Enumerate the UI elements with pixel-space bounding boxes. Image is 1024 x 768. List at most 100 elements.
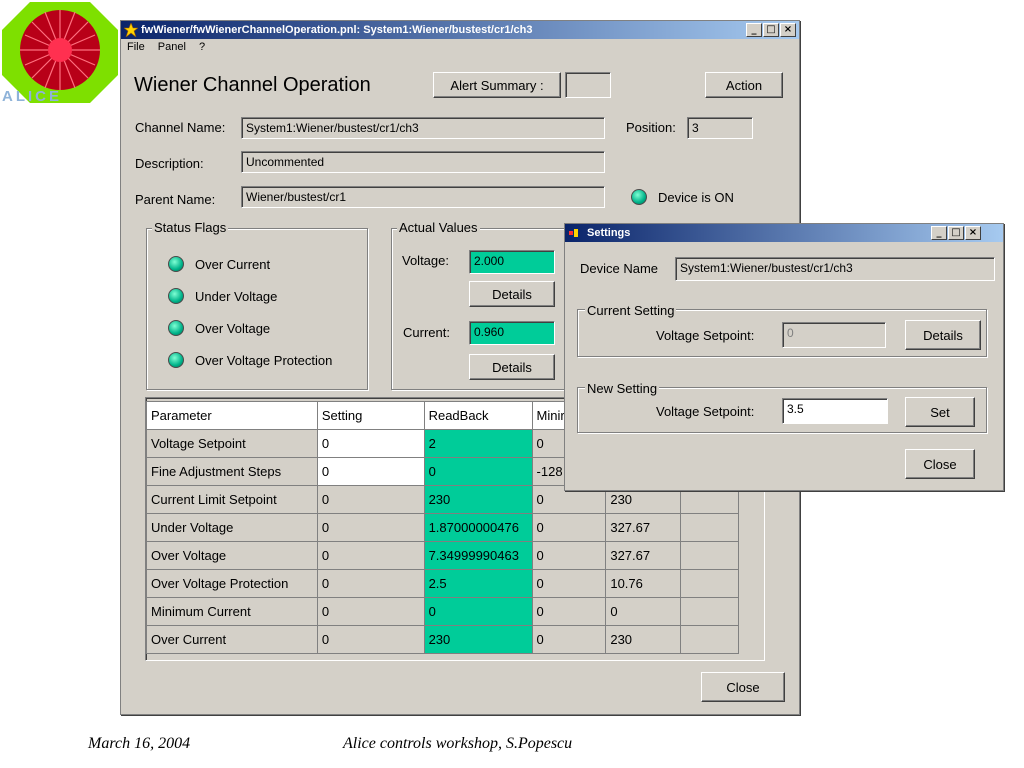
description-field: Uncommented <box>241 151 605 173</box>
action-button[interactable]: Action <box>705 72 783 98</box>
table-row: Over Voltage 0 7.34999990463 0 327.67 <box>146 541 739 570</box>
table-cell: 327.67 <box>605 513 682 542</box>
main-close-button[interactable]: Close <box>701 672 785 702</box>
table-header: Setting <box>316 401 425 430</box>
maximize-button[interactable]: □ <box>763 23 779 37</box>
table-cell: 230 <box>605 625 682 654</box>
over-current-label: Over Current <box>195 257 271 272</box>
settings-app-icon <box>569 229 578 237</box>
table-row: Over Current 0 230 0 230 <box>146 625 739 654</box>
table-cell: Over Voltage <box>146 541 318 570</box>
parent-name-field: Wiener/bustest/cr1 <box>241 186 605 208</box>
under-voltage-label: Under Voltage <box>195 289 278 304</box>
current-voltage-setpoint-label: Voltage Setpoint: <box>656 328 755 343</box>
table-row: Minimum Current 0 0 0 0 <box>146 597 739 626</box>
new-voltage-setpoint-label: Voltage Setpoint: <box>656 404 755 419</box>
menu-file[interactable]: File <box>127 41 145 53</box>
over-voltage-led <box>168 320 184 336</box>
table-cell <box>680 625 739 654</box>
device-status-label: Device is ON <box>658 190 734 205</box>
description-label: Description: <box>135 156 204 171</box>
settings-window: Settings _ □ × Device Name System1:Wiene… <box>564 223 1004 491</box>
setting-cell: 0 <box>316 541 425 570</box>
table-row: Over Voltage Protection 0 2.5 0 10.76 <box>146 569 739 598</box>
current-voltage-setpoint-field: 0 <box>782 322 886 348</box>
readback-cell: 0 <box>423 597 533 626</box>
channel-name-label: Channel Name: <box>135 120 226 135</box>
readback-cell: 230 <box>423 625 533 654</box>
app-icon <box>124 23 138 37</box>
setting-cell: 0 <box>316 485 425 514</box>
device-name-field: System1:Wiener/bustest/cr1/ch3 <box>675 257 995 281</box>
menu-help[interactable]: ? <box>199 41 205 53</box>
setting-cell: 0 <box>316 569 425 598</box>
main-titlebar[interactable]: fwWiener/fwWienerChannelOperation.pnl: S… <box>121 21 799 39</box>
readback-cell: 230 <box>423 485 533 514</box>
over-voltage-label: Over Voltage <box>195 321 271 336</box>
readback-cell: 2 <box>423 429 533 458</box>
table-header: Parameter <box>146 401 318 430</box>
close-window-button[interactable]: × <box>780 23 796 37</box>
table-cell: 0 <box>531 569 607 598</box>
table-header: ReadBack <box>423 401 533 430</box>
table-cell: Under Voltage <box>146 513 318 542</box>
table-cell: 327.67 <box>605 541 682 570</box>
footer-date: March 16, 2004 <box>88 735 191 752</box>
current-label: Current: <box>403 325 450 340</box>
table-cell: Fine Adjustment Steps <box>146 457 318 486</box>
settings-minimize-button[interactable]: _ <box>931 226 947 240</box>
current-details-button[interactable]: Details <box>469 354 555 380</box>
over-voltage-protection-led <box>168 352 184 368</box>
table-row: Under Voltage 0 1.87000000476 0 327.67 <box>146 513 739 542</box>
readback-cell: 1.87000000476 <box>423 513 533 542</box>
table-cell: 0 <box>531 597 607 626</box>
table-cell: 10.76 <box>605 569 682 598</box>
table-cell: Voltage Setpoint <box>146 429 318 458</box>
settings-close-window-button[interactable]: × <box>965 226 981 240</box>
over-voltage-protection-label: Over Voltage Protection <box>195 353 333 368</box>
footer-event: Alice controls workshop, S.Popescu <box>343 735 573 752</box>
panel-heading: Wiener Channel Operation <box>134 74 371 96</box>
alert-summary-field <box>565 72 611 98</box>
setting-cell: 0 <box>316 597 425 626</box>
table-cell: Over Voltage Protection <box>146 569 318 598</box>
menu-panel[interactable]: Panel <box>158 41 186 53</box>
settings-maximize-button[interactable]: □ <box>948 226 964 240</box>
table-cell <box>680 569 739 598</box>
main-title: fwWiener/fwWienerChannelOperation.pnl: S… <box>141 24 533 36</box>
setting-cell: 0 <box>316 513 425 542</box>
table-cell: Minimum Current <box>146 597 318 626</box>
setting-cell[interactable]: 0 <box>316 429 425 458</box>
table-cell: Current Limit Setpoint <box>146 485 318 514</box>
settings-window-clip: Settings _ □ × Device Name System1:Wiene… <box>564 223 1024 493</box>
setting-cell[interactable]: 0 <box>316 457 425 486</box>
channel-name-field: System1:Wiener/bustest/cr1/ch3 <box>241 117 605 139</box>
new-setting-title: New Setting <box>585 381 660 396</box>
device-name-label: Device Name <box>580 261 659 276</box>
alice-logo: ALICE <box>0 0 122 105</box>
parent-name-label: Parent Name: <box>135 192 216 207</box>
table-cell: 0 <box>531 513 607 542</box>
alert-summary-button[interactable]: Alert Summary : <box>433 72 561 98</box>
table-cell <box>680 513 739 542</box>
readback-cell: 2.5 <box>423 569 533 598</box>
readback-cell: 7.34999990463 <box>423 541 533 570</box>
position-field: 3 <box>687 117 753 139</box>
menubar: File Panel ? <box>121 39 799 55</box>
readback-cell: 0 <box>423 457 533 486</box>
status-flags-title: Status Flags <box>152 220 229 235</box>
voltage-details-button[interactable]: Details <box>469 281 555 307</box>
voltage-value: 2.000 <box>469 250 555 274</box>
current-value: 0.960 <box>469 321 555 345</box>
settings-details-button[interactable]: Details <box>905 320 981 350</box>
under-voltage-led <box>168 288 184 304</box>
device-on-led <box>631 189 647 205</box>
set-button[interactable]: Set <box>905 397 975 427</box>
settings-titlebar[interactable]: Settings _ □ × <box>565 224 1003 242</box>
minimize-button[interactable]: _ <box>746 23 762 37</box>
new-voltage-setpoint-input[interactable]: 3.5 <box>782 398 888 424</box>
position-label: Position: <box>626 120 676 135</box>
settings-close-button[interactable]: Close <box>905 449 975 479</box>
settings-title: Settings <box>587 227 631 239</box>
over-current-led <box>168 256 184 272</box>
